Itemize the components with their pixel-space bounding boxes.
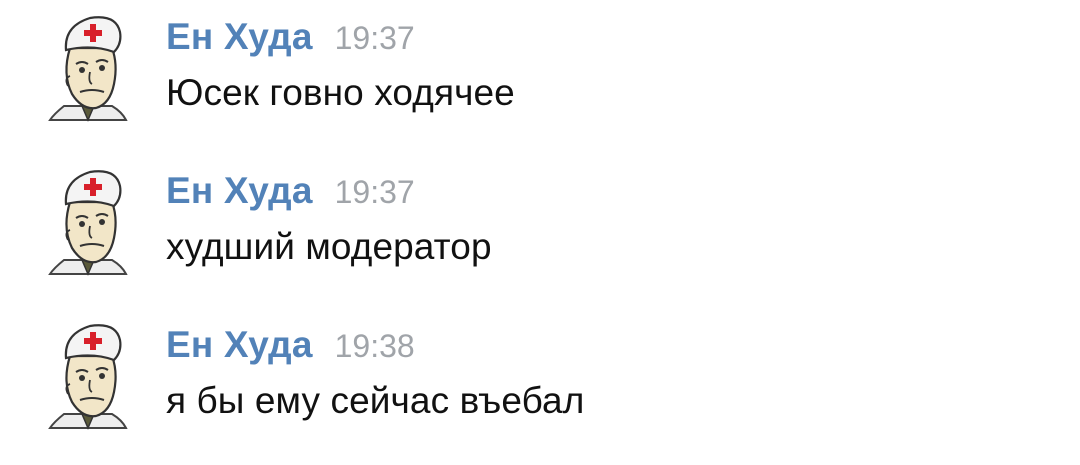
chat-message-list: Ен Худа 19:37 Юсек говно ходячее Ен Худа… [0, 0, 1080, 465]
message-author[interactable]: Ен Худа [166, 324, 313, 365]
message-text: Юсек говно ходячее [166, 72, 515, 113]
avatar[interactable] [46, 168, 130, 276]
message-header: Ен Худа 19:37 [166, 16, 415, 60]
message-text: я бы ему сейчас въебал [166, 380, 585, 421]
message-time: 19:37 [334, 174, 415, 210]
avatar[interactable] [46, 14, 130, 122]
chat-message: Ен Худа 19:37 худший модератор [0, 154, 1080, 304]
avatar[interactable] [46, 322, 130, 430]
message-time: 19:38 [334, 328, 415, 364]
message-header: Ен Худа 19:38 [166, 324, 415, 368]
message-time: 19:37 [334, 20, 415, 56]
chat-message: Ен Худа 19:38 я бы ему сейчас въебал [0, 308, 1080, 458]
doctor-avatar-icon [48, 170, 128, 276]
message-author[interactable]: Ен Худа [166, 16, 313, 57]
message-header: Ен Худа 19:37 [166, 170, 415, 214]
message-author[interactable]: Ен Худа [166, 170, 313, 211]
doctor-avatar-icon [48, 324, 128, 430]
message-text: худший модератор [166, 226, 492, 267]
chat-message: Ен Худа 19:37 Юсек говно ходячее [0, 0, 1080, 150]
doctor-avatar-icon [48, 16, 128, 122]
